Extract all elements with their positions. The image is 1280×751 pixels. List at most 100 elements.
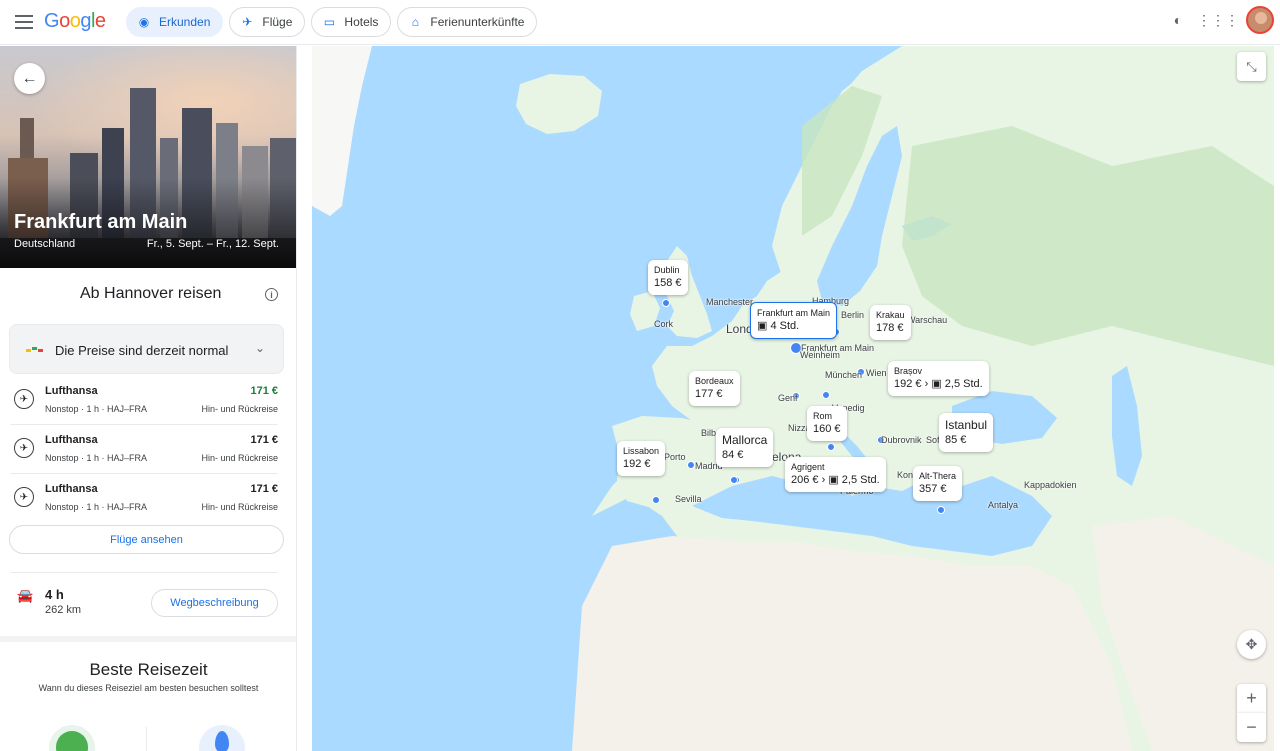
label-city: Frankfurt am Main [757, 308, 831, 318]
price-insight-text: Die Preise sind derzeit normal [55, 343, 229, 358]
info-icon[interactable]: i [265, 288, 278, 301]
city-name: Weinheim [800, 350, 840, 360]
directions-button[interactable]: Wegbeschreibung [151, 589, 278, 617]
chevron-down-icon[interactable]: ⌄ [255, 341, 265, 355]
tab-label: Ferienunterkünfte [430, 15, 525, 29]
destination-hero-image: ← Frankfurt am Main Deutschland Fr., 5. … [0, 46, 296, 268]
car-icon: ▣ [931, 378, 942, 391]
nav-tabs: ◉ Erkunden ✈ Flüge ▭ Hotels ⌂ Ferienunte… [126, 7, 538, 37]
city-name: Sof [926, 435, 940, 445]
price-label-krakau[interactable]: Krakau 178 € [870, 305, 911, 340]
airline-name: Lufthansa [45, 434, 98, 446]
destination-title: Frankfurt am Main [14, 211, 188, 233]
destination-panel: ← Frankfurt am Main Deutschland Fr., 5. … [0, 46, 297, 751]
chevron-right-icon: › [821, 474, 826, 487]
my-location-icon[interactable]: ✥ [1237, 630, 1266, 659]
price-label-dublin[interactable]: Dublin 158 € [648, 260, 688, 295]
logo-letter: o [59, 10, 70, 32]
label-city: Agrigent [791, 462, 825, 472]
flight-option[interactable]: ✈ Lufthansa Nonstop · 1 h · HAJ–FRA 171 … [0, 473, 296, 522]
label-price: 160 € [813, 423, 841, 436]
price-label-lissabon[interactable]: Lissabon 192 € [617, 441, 666, 476]
zoom-in-button[interactable]: + [1237, 684, 1266, 713]
price-label-agrigent[interactable]: Agrigent 206 € › ▣ 2,5 Std. [785, 457, 886, 492]
trip-type: Hin- und Rückreise [201, 453, 278, 463]
flight-option[interactable]: ✈ Lufthansa Nonstop · 1 h · HAJ–FRA 171 … [0, 424, 296, 473]
flight-icon: ✈ [242, 15, 253, 29]
main-menu-icon[interactable] [13, 11, 35, 33]
price-label-frankfurt[interactable]: Frankfurt am Main ▣ 4 Std. [750, 302, 838, 339]
map-pin[interactable] [652, 496, 660, 504]
hotel-icon: ▭ [323, 15, 336, 29]
label-duration: 2,5 Std. [841, 474, 880, 487]
tab-erkunden[interactable]: ◉ Erkunden [126, 7, 224, 37]
map-pin[interactable] [937, 506, 945, 514]
view-flights-button[interactable]: Flüge ansehen [9, 525, 284, 554]
map-view[interactable]: Manchester Hamburg Berlin Warschau Cork … [312, 46, 1274, 751]
city-name: Genf [778, 393, 798, 403]
label-price: 158 € [654, 277, 682, 290]
apps-grid-icon[interactable]: ⋮⋮⋮ [1197, 8, 1239, 32]
price-label-brasov[interactable]: Brașov 192 € › ▣ 2,5 Std. [888, 361, 989, 396]
top-bar: Google ◉ Erkunden ✈ Flüge ▭ Hotels ⌂ Fer… [0, 0, 1280, 45]
price-label-alt-thera[interactable]: Alt-Thera 357 € [913, 466, 963, 501]
flight-price: 171 € [250, 483, 278, 495]
tab-hotels[interactable]: ▭ Hotels [311, 7, 392, 37]
city-name: Wien [866, 368, 887, 378]
city-name: Kappadokien [1024, 480, 1077, 490]
car-icon: ▣ [828, 474, 839, 487]
city-name: Kon [897, 470, 914, 480]
price-label-rom[interactable]: Rom 160 € [807, 406, 847, 441]
drive-distance: 262 km [45, 604, 82, 616]
flight-details: Nonstop · 1 h · HAJ–FRA [45, 502, 148, 512]
dark-mode-icon[interactable]: ◐ [1166, 8, 1190, 32]
price-label-istanbul[interactable]: Istanbul 85 € [939, 413, 994, 453]
back-arrow-icon[interactable]: ← [14, 63, 45, 94]
season-rain-icon [199, 725, 245, 751]
city-name: Porto [664, 452, 686, 462]
label-price: 192 € [894, 378, 922, 391]
price-trend-icon [26, 347, 43, 352]
city-name: Manchester [706, 297, 754, 307]
label-city: Mallorca [722, 433, 768, 447]
account-avatar[interactable] [1246, 6, 1274, 34]
tab-label: Hotels [344, 15, 379, 29]
city-name: Sevilla [675, 494, 702, 504]
tab-ferienunterkuenfte[interactable]: ⌂ Ferienunterkünfte [397, 7, 538, 37]
car-icon: ▣ [757, 320, 771, 333]
city-name: Antalya [988, 500, 1019, 510]
price-insight-box[interactable]: Die Preise sind derzeit normal ⌄ [9, 324, 284, 374]
trip-type: Hin- und Rückreise [201, 404, 278, 414]
price-label-bordeaux[interactable]: Bordeaux 177 € [689, 371, 740, 406]
collapse-map-icon[interactable]: ⤡ [1237, 52, 1266, 81]
city-name: Bilb [701, 428, 717, 438]
label-price: 357 € [919, 483, 947, 496]
airline-name: Lufthansa [45, 483, 98, 495]
label-city: Istanbul [945, 418, 988, 432]
label-city: Krakau [876, 310, 905, 320]
label-duration: 4 Std. [770, 320, 800, 333]
flight-option[interactable]: ✈ Lufthansa Nonstop · 1 h · HAJ–FRA 171 … [0, 375, 296, 424]
label-price: 206 € [791, 474, 819, 487]
label-city: Bordeaux [695, 376, 734, 386]
car-icon: 🚘 [17, 588, 34, 603]
origin-heading: Ab Hannover reisen [80, 285, 222, 302]
tab-fluege[interactable]: ✈ Flüge [229, 7, 306, 37]
map-pin[interactable] [662, 299, 670, 307]
flight-price: 171 € [250, 434, 278, 446]
chevron-right-icon: › [924, 378, 929, 391]
label-city: Dublin [654, 265, 680, 275]
zoom-out-button[interactable]: − [1237, 713, 1266, 742]
map-pin[interactable] [687, 461, 695, 469]
airline-name: Lufthansa [45, 385, 98, 397]
trip-type: Hin- und Rückreise [201, 502, 278, 512]
trip-dates[interactable]: Fr., 5. Sept. – Fr., 12. Sept. [147, 238, 279, 250]
label-price: 85 € [945, 434, 967, 447]
map-pin[interactable] [822, 391, 830, 399]
map-pin[interactable] [827, 443, 835, 451]
city-name: Berlin [841, 310, 865, 320]
map-pin[interactable] [730, 476, 738, 484]
price-label-mallorca[interactable]: Mallorca 84 € [716, 428, 774, 468]
google-logo[interactable]: Google [44, 10, 106, 33]
label-price: 177 € [695, 388, 723, 401]
